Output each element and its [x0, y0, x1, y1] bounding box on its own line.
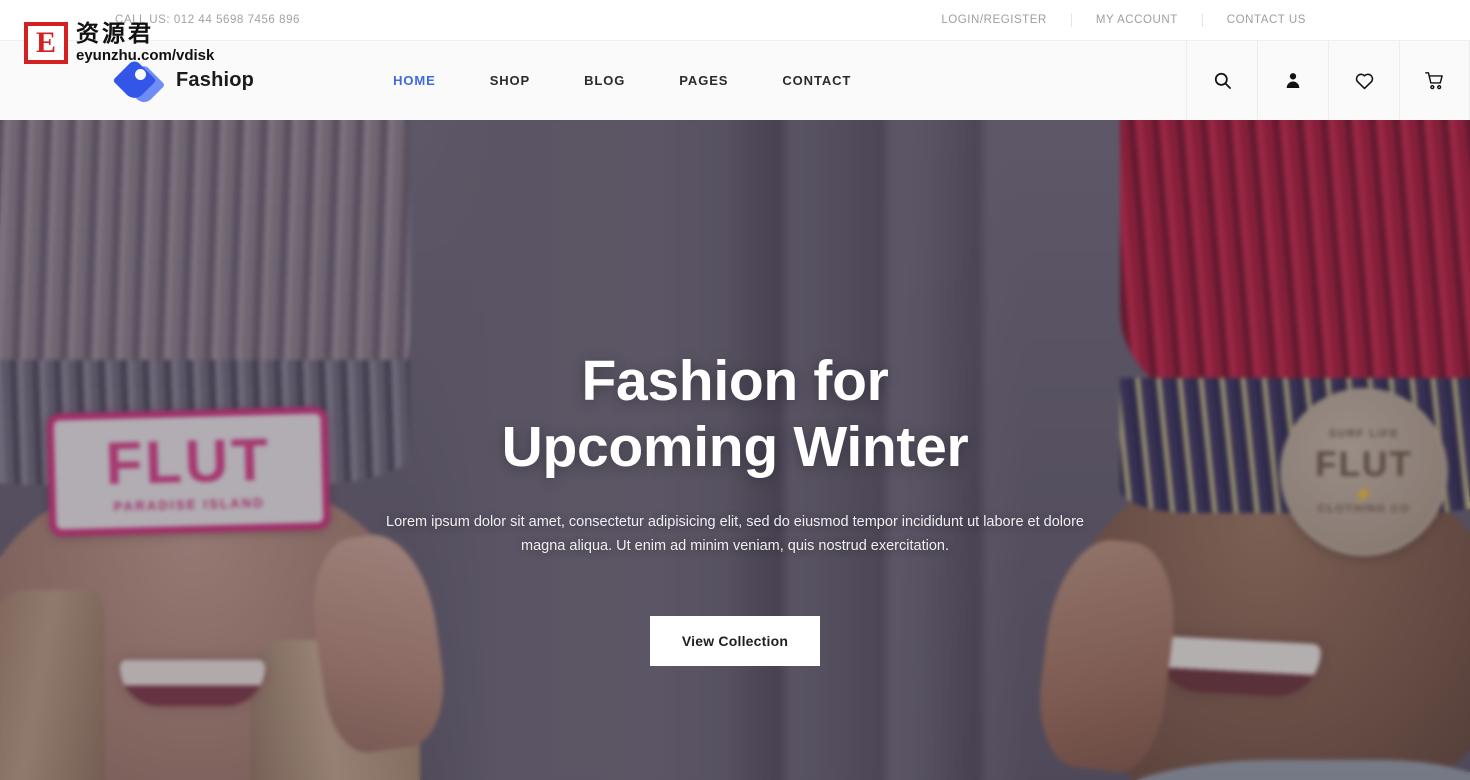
hero-subtitle: Lorem ipsum dolor sit amet, consectetur … — [386, 514, 1084, 554]
hero-title: Fashion for Upcoming Winter — [502, 348, 969, 480]
nav-item-shop[interactable]: SHOP — [463, 41, 557, 121]
nav-item-pages[interactable]: PAGES — [652, 41, 755, 121]
user-account-icon — [1284, 71, 1302, 90]
wishlist-button[interactable] — [1328, 41, 1399, 120]
nav-item-blog[interactable]: BLOG — [557, 41, 652, 121]
cart-button[interactable] — [1399, 41, 1470, 120]
hero-title-line-1: Fashion for — [581, 349, 889, 413]
contact-us-link[interactable]: CONTACT US — [1203, 0, 1330, 40]
login-register-link[interactable]: LOGIN/REGISTER — [917, 0, 1070, 40]
nav-item-home[interactable]: HOME — [366, 41, 463, 121]
main-navigation: HOME SHOP BLOG PAGES CONTACT — [366, 41, 878, 120]
header-icon-group — [1186, 41, 1470, 120]
search-icon — [1213, 71, 1232, 90]
wishlist-heart-icon — [1354, 71, 1375, 90]
view-collection-button[interactable]: View Collection — [650, 616, 820, 666]
brand-logo[interactable]: Fashiop — [0, 41, 254, 120]
nav-item-contact[interactable]: CONTACT — [755, 41, 878, 121]
hero-banner: FLUT PARADISE ISLAND SURF LIFE FLUT ⚡ CL… — [0, 120, 1470, 780]
site-header: Fashiop HOME SHOP BLOG PAGES CONTACT — [0, 40, 1470, 120]
top-links-group: LOGIN/REGISTER MY ACCOUNT CONTACT US — [917, 0, 1330, 40]
search-button[interactable] — [1186, 41, 1257, 120]
call-us-text: CALL US: 012 44 5698 7456 896 — [115, 14, 300, 26]
page-root: CALL US: 012 44 5698 7456 896 LOGIN/REGI… — [0, 0, 1470, 780]
tag-logo-icon — [112, 58, 166, 106]
hero-title-line-2: Upcoming Winter — [501, 415, 969, 479]
my-account-link[interactable]: MY ACCOUNT — [1072, 0, 1202, 40]
top-utility-bar: CALL US: 012 44 5698 7456 896 LOGIN/REGI… — [0, 0, 1470, 40]
hero-content: Fashion for Upcoming Winter Lorem ipsum … — [0, 120, 1470, 780]
account-button[interactable] — [1257, 41, 1328, 120]
shopping-cart-icon — [1424, 71, 1445, 91]
brand-name: Fashiop — [176, 69, 255, 91]
